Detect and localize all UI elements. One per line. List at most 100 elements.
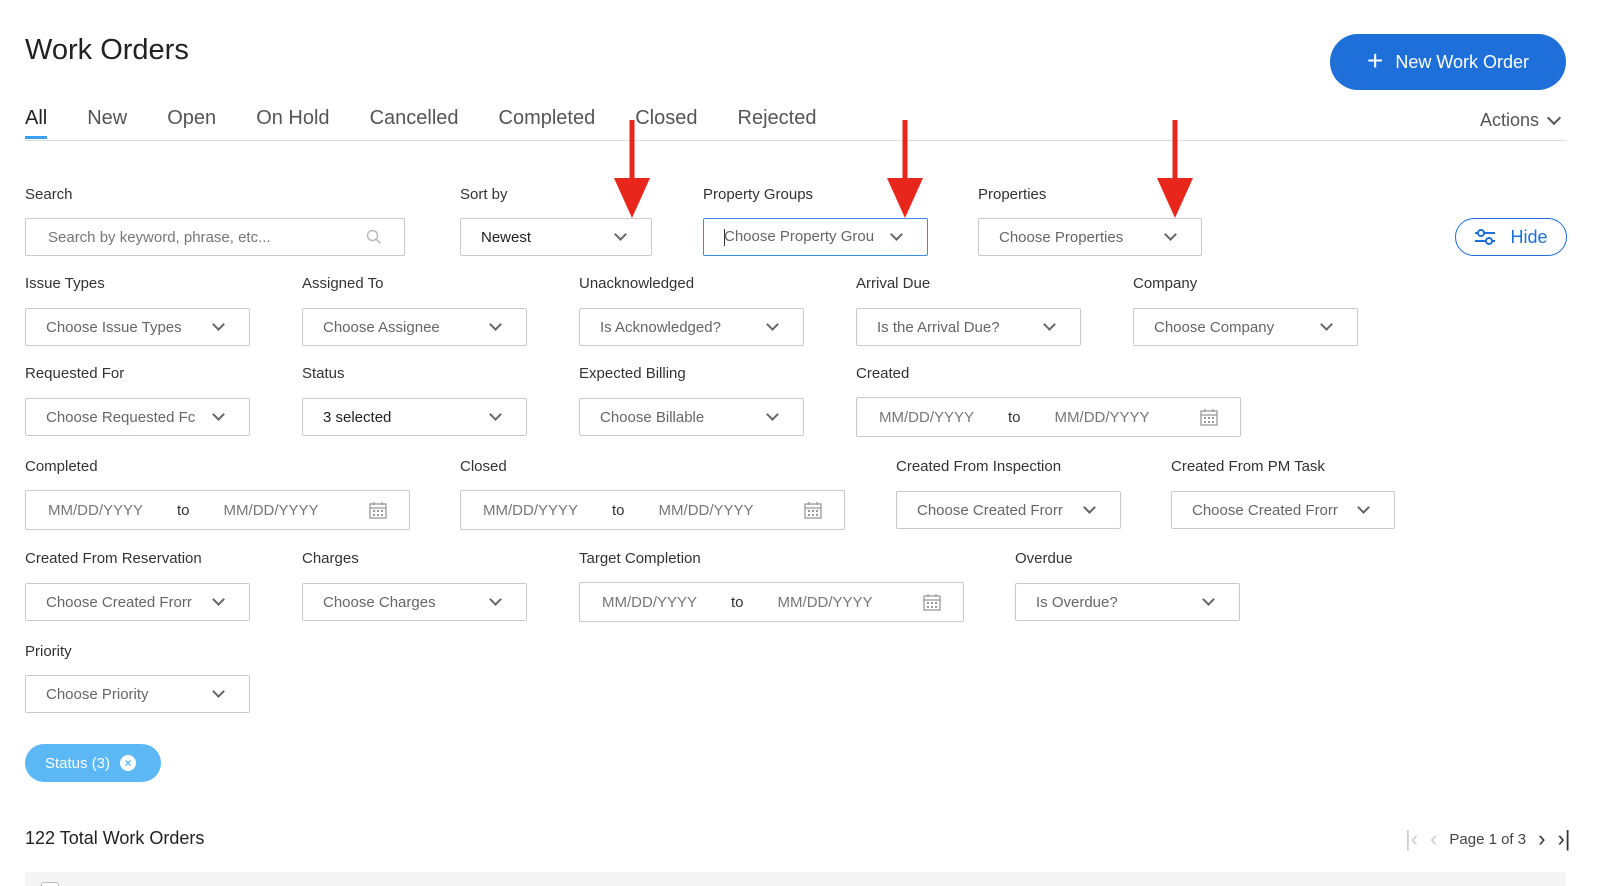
calendar-icon[interactable] [923, 593, 941, 611]
expected-billing-label: Expected Billing [579, 365, 686, 382]
expected-billing-placeholder: Choose Billable [600, 408, 705, 426]
status-chip-label: Status (3) [45, 754, 111, 772]
created-from-pm-task-label: Created From PM Task [1171, 458, 1325, 475]
completed-from-input[interactable]: MM/DD/YYYY [48, 502, 143, 519]
requested-for-label: Requested For [25, 365, 125, 382]
total-work-orders: 122 Total Work Orders [25, 828, 205, 848]
tab-rejected[interactable]: Rejected [738, 105, 817, 141]
tab-cancelled[interactable]: Cancelled [370, 105, 459, 141]
properties-placeholder: Choose Properties [999, 228, 1124, 246]
chevron-down-icon [489, 317, 502, 331]
chevron-down-icon [1043, 317, 1056, 331]
chevron-down-icon [489, 407, 502, 421]
expected-billing-select[interactable]: Choose Billable [579, 398, 804, 436]
search-input[interactable]: Search by keyword, phrase, etc... [25, 218, 405, 256]
status-value: 3 selected [323, 408, 392, 426]
chevron-down-icon [1164, 227, 1177, 241]
status-select[interactable]: 3 selected [302, 398, 527, 436]
calendar-icon[interactable] [1200, 408, 1218, 426]
issue-types-select[interactable]: Choose Issue Types [25, 308, 250, 346]
requested-for-select[interactable]: Choose Requested Fc [25, 398, 250, 436]
created-to-input[interactable]: MM/DD/YYYY [1055, 409, 1150, 426]
chevron-down-icon [1202, 592, 1215, 606]
to-label: to [1008, 408, 1021, 426]
created-from-pm-task-select[interactable]: Choose Created Frorr [1171, 491, 1395, 529]
charges-select[interactable]: Choose Charges [302, 583, 527, 621]
chevron-down-icon [1357, 500, 1370, 514]
created-from-inspection-placeholder: Choose Created Frorr [917, 501, 1063, 519]
prev-page-icon[interactable]: ‹ [1430, 826, 1437, 852]
tab-open[interactable]: Open [167, 105, 216, 141]
sliders-icon [1475, 229, 1496, 245]
tabs-divider [25, 140, 1566, 141]
sort-by-select[interactable]: Newest [460, 218, 652, 256]
created-date-range[interactable]: MM/DD/YYYY to MM/DD/YYYY [856, 397, 1241, 437]
property-groups-placeholder: Choose Property Grou [724, 228, 875, 246]
page-indicator: Page 1 of 3 [1449, 830, 1527, 848]
created-from-reservation-placeholder: Choose Created Frorr [46, 593, 192, 611]
first-page-icon[interactable]: |‹ [1405, 826, 1418, 852]
status-filter-chip[interactable]: Status (3) × [25, 744, 161, 782]
closed-to-input[interactable]: MM/DD/YYYY [659, 502, 754, 519]
annotation-arrow [887, 120, 923, 218]
unacknowledged-placeholder: Is Acknowledged? [600, 318, 721, 336]
tab-on-hold[interactable]: On Hold [256, 105, 329, 141]
select-all-checkbox[interactable] [41, 882, 59, 886]
completed-to-input[interactable]: MM/DD/YYYY [224, 502, 319, 519]
hide-filters-button[interactable]: Hide [1455, 218, 1567, 256]
arrival-due-label: Arrival Due [856, 275, 931, 292]
requested-for-placeholder: Choose Requested Fc [46, 408, 196, 426]
last-page-icon[interactable]: ›| [1557, 826, 1570, 852]
to-label: to [177, 501, 190, 519]
priority-placeholder: Choose Priority [46, 685, 149, 703]
pagination: |‹ ‹ Page 1 of 3 › ›| [1405, 826, 1570, 852]
target-completion-from-input[interactable]: MM/DD/YYYY [602, 594, 697, 611]
actions-menu[interactable]: Actions [1480, 110, 1562, 131]
calendar-icon[interactable] [369, 501, 387, 519]
priority-label: Priority [25, 643, 72, 660]
assigned-to-select[interactable]: Choose Assignee [302, 308, 527, 346]
company-select[interactable]: Choose Company [1133, 308, 1358, 346]
chevron-down-icon [890, 227, 903, 241]
tab-new[interactable]: New [87, 105, 127, 141]
sort-by-value: Newest [481, 228, 532, 246]
overdue-select[interactable]: Is Overdue? [1015, 583, 1240, 621]
completed-date-range[interactable]: MM/DD/YYYY to MM/DD/YYYY [25, 490, 410, 530]
unacknowledged-select[interactable]: Is Acknowledged? [579, 308, 804, 346]
tab-all[interactable]: All [25, 105, 48, 141]
chevron-down-icon [1546, 110, 1562, 125]
target-completion-label: Target Completion [579, 550, 701, 567]
new-work-order-button[interactable]: + New Work Order [1330, 34, 1566, 90]
created-from-reservation-select[interactable]: Choose Created Frorr [25, 583, 250, 621]
created-from-reservation-label: Created From Reservation [25, 550, 202, 567]
hide-label: Hide [1510, 226, 1548, 247]
closed-from-input[interactable]: MM/DD/YYYY [483, 502, 578, 519]
company-placeholder: Choose Company [1154, 318, 1275, 336]
tab-completed[interactable]: Completed [499, 105, 596, 141]
property-groups-label: Property Groups [703, 186, 814, 203]
close-icon[interactable]: × [120, 755, 137, 771]
target-completion-date-range[interactable]: MM/DD/YYYY to MM/DD/YYYY [579, 582, 964, 622]
chevron-down-icon [766, 407, 779, 421]
properties-label: Properties [978, 186, 1047, 203]
overdue-placeholder: Is Overdue? [1036, 593, 1118, 611]
priority-select[interactable]: Choose Priority [25, 675, 250, 713]
target-completion-to-input[interactable]: MM/DD/YYYY [778, 594, 873, 611]
issue-types-label: Issue Types [25, 275, 105, 292]
next-page-icon[interactable]: › [1538, 826, 1545, 852]
properties-select[interactable]: Choose Properties [978, 218, 1202, 256]
chevron-down-icon [614, 227, 627, 241]
completed-label: Completed [25, 458, 98, 475]
table-header [25, 872, 1566, 886]
status-label: Status [302, 365, 345, 382]
company-label: Company [1133, 275, 1198, 292]
to-label: to [612, 501, 625, 519]
created-from-input[interactable]: MM/DD/YYYY [879, 409, 974, 426]
calendar-icon[interactable] [804, 501, 822, 519]
arrival-due-placeholder: Is the Arrival Due? [877, 318, 1000, 336]
created-from-inspection-select[interactable]: Choose Created Frorr [896, 491, 1121, 529]
closed-date-range[interactable]: MM/DD/YYYY to MM/DD/YYYY [460, 490, 845, 530]
property-groups-select[interactable]: Choose Property Grou [703, 218, 928, 256]
chevron-down-icon [212, 317, 225, 331]
arrival-due-select[interactable]: Is the Arrival Due? [856, 308, 1081, 346]
